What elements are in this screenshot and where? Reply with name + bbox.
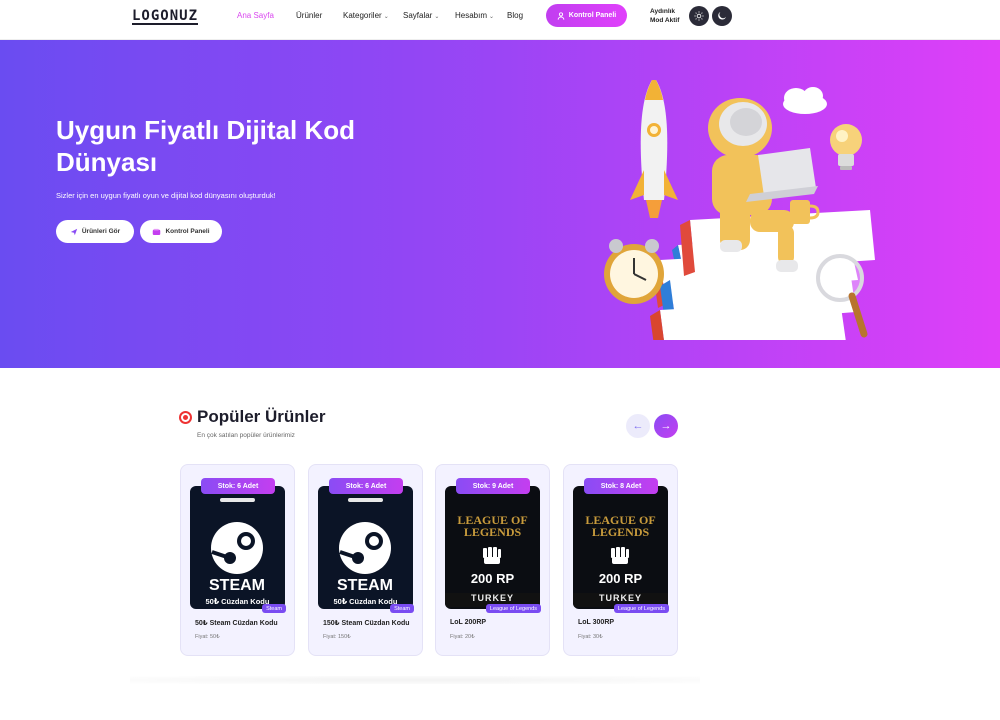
section-title: Popüler Ürünler [197, 407, 326, 426]
hero-subtitle: Sizler için en uygun fiyatlı oyun ve dij… [56, 191, 276, 200]
light-mode-button[interactable] [689, 6, 709, 26]
product-image: STEAM 50₺ Cüzdan Kodu [318, 486, 413, 609]
product-name: LoL 200RP [450, 619, 487, 626]
product-image: STEAM 50₺ Cüzdan Kodu [190, 486, 285, 609]
rocket-icon [630, 80, 678, 218]
nav-pages[interactable]: Sayfalar ⌄ [403, 11, 439, 20]
arrow-left-icon: ← [632, 420, 644, 432]
nav-products-label: Ürünler [296, 11, 323, 20]
view-products-button[interactable]: Ürünleri Gör [56, 220, 134, 243]
product-card[interactable]: Stok: 9 Adet LEAGUE OF LEGENDS 200 RP TU… [435, 464, 550, 656]
steam-logo-icon: STEAM [209, 498, 265, 594]
send-icon [70, 228, 78, 235]
product-name: 150₺ Steam Cüzdan Kodu [323, 620, 410, 627]
stock-badge: Stok: 6 Adet [201, 478, 275, 494]
fist-icon [611, 547, 629, 564]
mode-status: Aydınlık Mod Aktif [650, 7, 679, 25]
hero-banner: Uygun Fiyatlı Dijital Kod Dünyası Sizler… [0, 40, 1000, 368]
sun-icon [694, 11, 704, 21]
carousel-next-button[interactable]: → [654, 414, 678, 438]
top-header: LOGONUZ Ana Sayfa Ürünler Kategoriler ⌄ S… [0, 0, 1000, 40]
stock-badge: Stok: 6 Adet [329, 478, 403, 494]
mode-status-line1: Aydınlık [650, 8, 676, 15]
nav-pages-label: Sayfalar [403, 11, 433, 20]
nav-account[interactable]: Hesabım ⌄ [455, 11, 494, 20]
product-price: Fiyat: 150₺ [323, 634, 351, 640]
nav-categories-label: Kategoriler [343, 11, 382, 20]
astronaut-illustration [604, 80, 875, 340]
section-subtitle: En çok satılan popüler ürünlerimiz [197, 432, 295, 439]
arrow-right-icon: → [660, 420, 672, 432]
user-icon [557, 11, 565, 20]
svg-text:STEAM: STEAM [209, 577, 265, 594]
product-name: 50₺ Steam Cüzdan Kodu [195, 620, 278, 627]
nav-account-label: Hesabım [455, 11, 488, 20]
product-card[interactable]: Stok: 8 Adet LEAGUE OF LEGENDS 200 RP TU… [563, 464, 678, 656]
category-tag: Steam [262, 604, 286, 613]
nav-home[interactable]: Ana Sayfa [237, 11, 274, 20]
logo[interactable]: LOGONUZ [132, 9, 199, 25]
section-target-icon [179, 411, 192, 424]
product-price: Fiyat: 20₺ [450, 634, 475, 640]
chevron-down-icon: ⌄ [434, 14, 440, 20]
category-tag: League of Legends [613, 604, 669, 613]
mode-status-line2: Mod Aktif [650, 17, 680, 24]
alarm-clock-icon [604, 239, 664, 304]
wallet-icon [153, 228, 161, 235]
nav-blog-label: Blog [507, 11, 524, 20]
product-name: LoL 300RP [578, 619, 615, 626]
hero-control-panel-label: Kontrol Paneli [165, 228, 210, 235]
svg-text:STEAM: STEAM [337, 577, 393, 594]
control-panel-label: Kontrol Paneli [568, 12, 617, 19]
rp-amount: 200 RP [470, 571, 515, 586]
fist-icon [483, 547, 501, 564]
rp-amount: 200 RP [598, 571, 643, 586]
section-shadow [130, 676, 700, 684]
stock-badge: Stok: 9 Adet [456, 478, 530, 494]
product-image: LEAGUE OF LEGENDS 200 RP TURKEY [573, 486, 668, 609]
stock-badge: Stok: 8 Adet [584, 478, 658, 494]
hero-control-panel-button[interactable]: Kontrol Paneli [140, 220, 222, 243]
steam-logo-icon: STEAM [337, 498, 393, 594]
lol-logo-text: LEAGUE OF LEGENDS [585, 513, 656, 539]
product-card[interactable]: Stok: 6 Adet STEAM 50₺ Cüzdan Kodu Steam… [180, 464, 295, 656]
hero-title: Uygun Fiyatlı Dijital Kod Dünyası [56, 115, 356, 177]
lol-logo-text: LEAGUE OF LEGENDS [457, 513, 528, 539]
product-price: Fiyat: 50₺ [195, 634, 220, 640]
nav-categories[interactable]: Kategoriler ⌄ [343, 11, 389, 20]
chevron-down-icon: ⌄ [489, 14, 495, 20]
product-card[interactable]: Stok: 6 Adet STEAM 50₺ Cüzdan Kodu Steam… [308, 464, 423, 656]
product-price: Fiyat: 30₺ [578, 634, 603, 640]
cloud-icon [783, 87, 827, 114]
category-tag: League of Legends [485, 604, 541, 613]
product-image: LEAGUE OF LEGENDS 200 RP TURKEY [445, 486, 540, 609]
lightbulb-icon [830, 124, 862, 170]
nav-products[interactable]: Ürünler [296, 11, 322, 20]
nav-blog[interactable]: Blog [507, 11, 523, 20]
category-tag: Steam [390, 604, 414, 613]
moon-icon [718, 12, 726, 20]
control-panel-button[interactable]: Kontrol Paneli [546, 4, 627, 27]
view-products-label: Ürünleri Gör [81, 228, 121, 235]
carousel-prev-button[interactable]: ← [626, 414, 650, 438]
nav-home-label: Ana Sayfa [237, 11, 274, 20]
dark-mode-button[interactable] [712, 6, 732, 26]
chevron-down-icon: ⌄ [383, 14, 389, 20]
